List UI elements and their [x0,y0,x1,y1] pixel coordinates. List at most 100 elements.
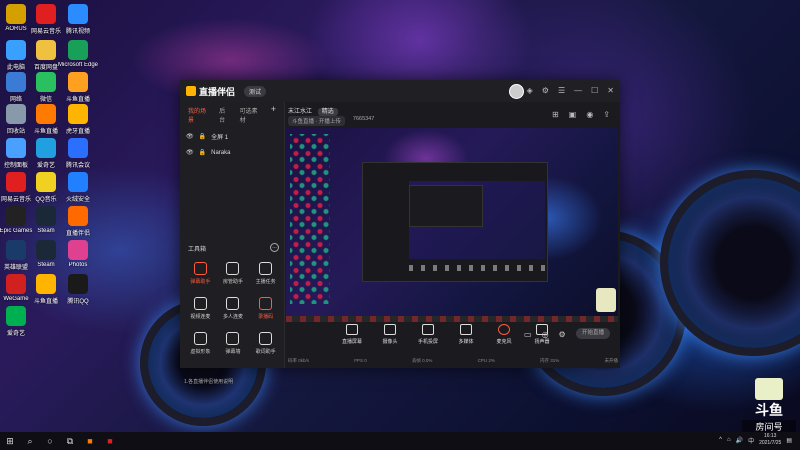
maximize-icon[interactable]: ☐ [591,86,598,95]
tool-item[interactable]: 视频连麦 [184,297,217,320]
desktop-icon[interactable]: Microsoft Edge [56,40,100,68]
clock[interactable]: 16:13 2021/7/25 [759,433,781,447]
source-control[interactable]: 手机投屏 [416,324,440,345]
lock-icon[interactable]: 🔒 [199,149,206,156]
task-view-icon[interactable]: ⧉ [60,432,80,450]
nested-app-window [362,162,548,282]
clock-date: 2021/7/25 [759,440,782,446]
settings-icon[interactable]: ⚙ [542,86,549,95]
app-icon [6,240,26,260]
tab-materials[interactable]: 可选素材 [240,106,261,124]
scene-item[interactable]: 👁 🔒 全屏 1 [180,128,284,145]
source-controls: 直播屏幕 摄像头 手机投屏 多媒体 麦克风 扬声器 [340,324,554,345]
desktop-icon[interactable]: 腾讯会议 [56,138,100,169]
share-icon[interactable]: ⇪ [603,110,610,119]
eye-icon[interactable]: ◎ [542,330,549,339]
tab-my-scenes[interactable]: 我的场景 [188,106,209,124]
source-control-label: 扬声器 [534,339,550,345]
desktop-icon[interactable]: 斗鱼直播 [56,72,100,103]
eye-icon[interactable]: 👁 [186,133,194,140]
room-category[interactable]: 斗鱼直播 · 开播上传 [288,116,345,126]
app-icon [68,206,88,226]
help-note[interactable]: 1.各直播伴侣使用说明 [184,378,233,385]
windows-start-icon[interactable]: ⊞ [0,432,20,450]
tab-background[interactable]: 后台 [219,106,230,124]
start-live-button[interactable]: 开始直播 [576,328,610,339]
tool-item[interactable]: 房管助手 [217,262,250,285]
tool-item[interactable]: 主播任务 [249,262,282,285]
source-control[interactable]: 麦克风 [492,324,516,345]
app-taskbar-icon[interactable]: ■ [80,432,100,450]
scene-item[interactable]: 👁 🔒 Naraka [180,145,284,160]
tool-label: 录播码 [258,314,274,320]
app-title: 直播伴侣 [199,87,236,97]
minimize-icon[interactable]: — [574,86,582,95]
tray-overflow-icon[interactable]: ^ [719,437,722,443]
tool-icon [193,262,207,275]
volume-icon[interactable]: 🔊 [736,437,743,444]
user-avatar[interactable] [509,84,524,99]
scene-panel: 我的场景 后台 可选素材 + 👁 🔒 全屏 1 👁 🔒 Naraka 工具箱 …… [180,102,285,385]
source-control-icon [422,324,434,335]
desktop-icon[interactable]: 虎牙直播 [56,104,100,135]
tool-item[interactable]: 多人连麦 [217,297,250,320]
tool-icon [259,332,273,345]
desktop-icon[interactable]: Photos [56,240,100,268]
room-tag[interactable]: 精选 [317,108,338,116]
desktop-icon-label: 斗鱼直播 [65,97,90,103]
desktop-icon-label: 火绒安全 [65,197,90,203]
add-scene-icon[interactable]: + [271,105,276,124]
gear-icon[interactable]: ⚙ [559,330,566,339]
nested-controls [409,265,545,271]
source-control-label: 手机投屏 [417,339,438,345]
desktop-icon[interactable]: 爱奇艺 [0,306,38,337]
more-tools-icon[interactable]: … [270,243,279,252]
menu-icon[interactable]: ☰ [558,86,565,95]
room-id: 7665347 [352,116,375,122]
network-icon[interactable]: ⌂ [727,437,731,443]
tool-grid: 弹幕助手 房管助手 主播任务视频连麦 多人连麦 录播码虚拟形象 弹幕墙 歌词助手 [184,262,282,355]
tool-item[interactable]: 弹幕墙 [217,332,250,355]
tool-item[interactable]: 虚拟形象 [184,332,217,355]
cortana-icon[interactable]: ○ [40,432,60,450]
tool-item[interactable]: 歌词助手 [249,332,282,355]
desktop-icon[interactable]: 腾讯QQ [56,274,100,305]
stream-preview[interactable] [286,128,618,316]
stream-taskbar-icon[interactable]: ■ [100,432,120,450]
app-icon [68,72,88,92]
app-icon [6,172,26,192]
app-icon [68,104,88,124]
source-control[interactable]: 直播屏幕 [340,324,364,345]
lock-icon[interactable]: 🔒 [199,133,206,140]
app-icon [6,40,26,60]
desktop-icon[interactable]: 直播伴侣 [56,206,100,237]
notification-icon[interactable]: ▤ [786,437,792,444]
ime-indicator[interactable]: 中 [748,436,754,445]
source-control[interactable]: 多媒体 [454,324,478,345]
eye-icon[interactable]: 👁 [186,149,194,156]
gift-icon[interactable]: ⊞ [552,110,559,119]
desktop-icon[interactable]: 火绒安全 [56,172,100,203]
app-icon [68,172,88,192]
tool-item[interactable]: 录播码 [249,297,282,320]
search-icon[interactable]: ⌕ [20,432,40,450]
camera-icon[interactable]: ◉ [586,110,593,119]
tool-item[interactable]: 弹幕助手 [184,262,217,285]
app-icon [36,206,56,226]
record-icon[interactable]: ▣ [569,110,577,119]
window-controls: ◈ ⚙ ☰ — ☐ ✕ [527,86,614,95]
app-icon [6,72,26,92]
desktop-icon-label: Photos [68,262,88,268]
video-icon[interactable]: ▭ [524,330,532,339]
skin-icon[interactable]: ◈ [527,86,533,95]
close-icon[interactable]: ✕ [607,86,614,95]
room-title[interactable]: 末江水江 [288,109,312,115]
tool-icon [193,297,207,310]
version-badge[interactable]: 测试 [244,86,267,97]
source-control[interactable]: 摄像头 [378,324,402,345]
desktop-icon-label: 爱奇艺 [6,331,25,337]
tool-label: 主播任务 [255,279,276,285]
desktop-icon[interactable]: 腾讯视频 [56,4,100,35]
desktop-icon-label: 直播伴侣 [65,231,90,237]
nested-app-window-2 [409,185,483,227]
